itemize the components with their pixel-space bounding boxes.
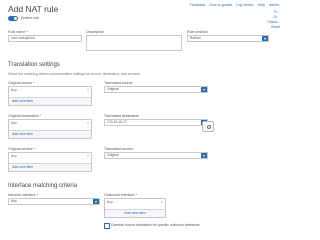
rule-name-label: Rule name * bbox=[8, 30, 28, 34]
close-icon[interactable]: × bbox=[87, 154, 89, 158]
original-service-label: Original service * bbox=[8, 147, 36, 151]
side-link-4[interactable]: Reset bbox=[267, 25, 280, 30]
outbound-interface-label: Outbound interface * bbox=[104, 193, 137, 197]
close-icon[interactable]: × bbox=[87, 88, 89, 92]
original-service-value: Any bbox=[11, 154, 17, 158]
close-icon[interactable]: × bbox=[87, 121, 89, 125]
translated-service-select[interactable]: Original bbox=[104, 152, 208, 159]
enable-rule-label: Enable rule bbox=[21, 16, 40, 20]
original-source-label: Original source * bbox=[8, 81, 35, 85]
side-links: Pr... Ch... Passw... Reset bbox=[267, 10, 280, 30]
original-destination-label: Original destination * bbox=[8, 114, 42, 118]
rule-position-select[interactable]: Bottom bbox=[187, 35, 269, 42]
interface-matching-heading: Interface matching criteria bbox=[8, 183, 78, 189]
rule-position-label: Rule position bbox=[187, 30, 208, 34]
override-source-translation-label: Override source translation for specific… bbox=[111, 223, 200, 227]
original-destination-list: Any × Add new item bbox=[8, 119, 92, 139]
chevron-down-icon[interactable] bbox=[262, 36, 268, 41]
original-destination-value: Any bbox=[11, 121, 17, 125]
original-source-value: Any bbox=[11, 88, 17, 92]
translated-destination-label: Translated destination bbox=[104, 114, 140, 118]
inbound-interface-value: Any bbox=[11, 199, 17, 203]
feedback-link[interactable]: Feedback bbox=[190, 3, 206, 7]
admin-link[interactable]: admin bbox=[269, 3, 279, 7]
chevron-down-icon[interactable] bbox=[201, 153, 207, 158]
close-icon[interactable]: × bbox=[161, 200, 163, 204]
chevron-down-icon[interactable] bbox=[201, 87, 207, 92]
help-link[interactable]: Help bbox=[258, 3, 265, 7]
original-source-list: Any × Add new item bbox=[8, 86, 92, 106]
original-service-add-button[interactable]: Add new item bbox=[9, 163, 91, 171]
original-service-list: Any × Add new item bbox=[8, 152, 92, 172]
translated-source-value: Original bbox=[107, 87, 119, 91]
translated-service-value: Original bbox=[107, 153, 119, 157]
page-title: Add NAT rule bbox=[8, 4, 59, 14]
checkbox-icon[interactable] bbox=[104, 223, 110, 229]
translation-settings-heading: Translation settings bbox=[8, 62, 60, 68]
mouse-cursor-icon bbox=[202, 121, 214, 132]
inbound-interface-label: Inbound interface * bbox=[8, 193, 39, 197]
rule-name-input[interactable]: new masq#host bbox=[8, 35, 82, 42]
top-links: Feedback How-to guides Log viewer Help a… bbox=[190, 3, 279, 7]
inbound-interface-select[interactable]: Any bbox=[8, 198, 100, 205]
translation-settings-description: Select the matching criteria and transla… bbox=[8, 72, 140, 76]
outbound-interface-value: Any bbox=[107, 200, 113, 204]
translated-service-label: Translated service bbox=[104, 147, 134, 151]
translated-destination-value: 172.16.16.17 bbox=[107, 120, 127, 124]
translated-destination-select[interactable]: 172.16.16.17 bbox=[104, 119, 208, 126]
original-source-add-button[interactable]: Add new item bbox=[9, 97, 91, 105]
description-textarea[interactable] bbox=[86, 35, 182, 51]
original-destination-add-button[interactable]: Add new item bbox=[9, 130, 91, 138]
outbound-interface-add-button[interactable]: Add new item bbox=[105, 209, 165, 217]
translated-source-label: Translated source bbox=[104, 81, 133, 85]
log-viewer-link[interactable]: Log viewer bbox=[236, 3, 253, 7]
toggle-switch-icon[interactable] bbox=[8, 16, 18, 21]
translated-source-select[interactable]: Original bbox=[104, 86, 208, 93]
outbound-interface-list: Any × Add new item bbox=[104, 198, 166, 218]
how-to-guides-link[interactable]: How-to guides bbox=[209, 3, 232, 7]
description-label: Description bbox=[86, 30, 104, 34]
rule-position-value: Bottom bbox=[190, 36, 201, 40]
chevron-down-icon[interactable] bbox=[93, 199, 99, 204]
